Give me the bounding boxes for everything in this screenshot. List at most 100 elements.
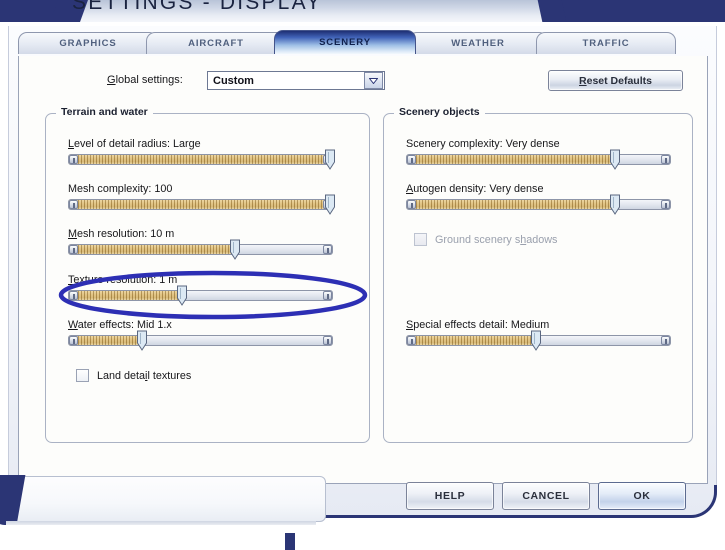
water-effects-accel: W	[68, 319, 78, 331]
slider-min-cap	[69, 245, 78, 254]
slider-special-effects-detail[interactable]	[406, 330, 671, 351]
slider-track[interactable]	[68, 290, 333, 301]
ground-shadows-post: adows	[526, 233, 558, 246]
control-mesh-complexity: Mesh complexity: 100	[68, 183, 336, 215]
slider-fill	[69, 155, 330, 164]
slider-fill	[407, 336, 536, 345]
slider-fill	[407, 200, 615, 209]
global-settings-accel: G	[107, 74, 116, 86]
scenery-complexity-label-pre: Scenery comple	[406, 138, 484, 150]
slider-water-effects[interactable]	[68, 330, 333, 351]
control-texture-resolution: Texture resolution: 1 m	[68, 274, 333, 306]
slider-max-cap	[661, 200, 670, 209]
tab-graphics-label: GRAPHICS	[59, 38, 117, 49]
cancel-button-label: CANCEL	[522, 490, 570, 502]
slider-thumb[interactable]	[610, 194, 621, 215]
group-terrain-and-water: Terrain and water Level of detail radius…	[45, 106, 370, 443]
slider-thumb[interactable]	[530, 330, 541, 351]
slider-max-cap	[661, 336, 670, 345]
slider-min-cap	[69, 155, 78, 164]
control-scenery-complexity: Scenery complexity: Very dense	[406, 138, 671, 170]
slider-mesh-complexity[interactable]	[68, 194, 336, 215]
tab-weather[interactable]: WEATHER	[408, 32, 548, 54]
slider-track[interactable]	[68, 244, 333, 255]
group-scenery-title: Scenery objects	[394, 106, 485, 118]
mesh-complexity-label-pre: Mesh c	[68, 183, 103, 195]
control-water-effects: Water effects: Mid 1.x	[68, 319, 333, 351]
scenery-complexity-label-post: xity: Very dense	[483, 138, 560, 150]
slider-autogen-density[interactable]	[406, 194, 671, 215]
global-settings-value: Custom	[213, 74, 254, 87]
group-terrain-title: Terrain and water	[56, 106, 153, 118]
mesh-resolution-label: Mesh resolution: 10 m	[68, 228, 333, 240]
slider-min-cap	[69, 291, 78, 300]
tab-scenery[interactable]: SCENERY	[274, 30, 416, 54]
slider-track[interactable]	[68, 154, 333, 165]
checkbox-row-land-detail-textures[interactable]: Land detail textures	[76, 369, 191, 382]
tab-aircraft[interactable]: AIRCRAFT	[146, 32, 286, 54]
control-mesh-resolution: Mesh resolution: 10 m	[68, 228, 333, 260]
ground-scenery-shadows-label: Ground scenery shadows	[435, 234, 557, 246]
tab-bar: GRAPHICS AIRCRAFT SCENERY WEATHER TRAFFI…	[18, 30, 708, 56]
slider-thumb[interactable]	[325, 149, 336, 170]
tab-traffic[interactable]: TRAFFIC	[536, 32, 676, 54]
mesh-resolution-accel: M	[68, 228, 77, 240]
slider-thumb[interactable]	[176, 285, 187, 306]
ground-shadows-pre: Ground scenery s	[435, 233, 521, 246]
tab-traffic-label: TRAFFIC	[582, 38, 630, 49]
ok-button-label: OK	[633, 490, 651, 502]
title-left-cap	[0, 0, 70, 22]
checkbox-row-ground-scenery-shadows[interactable]: Ground scenery shadows	[414, 233, 557, 246]
land-detail-post: l textures	[147, 369, 192, 382]
reset-defaults-accel: R	[579, 74, 587, 87]
ok-button[interactable]: OK	[598, 482, 686, 510]
tab-graphics[interactable]: GRAPHICS	[18, 32, 158, 54]
slider-fill	[69, 291, 183, 300]
slider-track[interactable]	[406, 199, 671, 210]
autogen-density-label: Autogen density: Very dense	[406, 183, 671, 195]
slider-thumb[interactable]	[325, 194, 336, 215]
global-settings-dropdown[interactable]: Custom	[207, 71, 385, 90]
water-effects-label: Water effects: Mid 1.x	[68, 319, 333, 331]
slider-texture-resolution[interactable]	[68, 285, 333, 306]
control-level-of-detail-radius: Level of detail radius: Large	[68, 138, 336, 170]
slider-track[interactable]	[68, 335, 333, 346]
page-title: SETTINGS - DISPLAY	[72, 0, 323, 14]
slider-thumb[interactable]	[137, 330, 148, 351]
slider-thumb[interactable]	[229, 239, 240, 260]
mesh-complexity-label: Mesh complexity: 100	[68, 183, 333, 195]
land-detail-textures-label: Land detail textures	[97, 370, 191, 382]
bottom-left-panel	[0, 476, 326, 522]
settings-dialog: GRAPHICS AIRCRAFT SCENERY WEATHER TRAFFI…	[8, 26, 717, 518]
slider-thumb[interactable]	[610, 149, 621, 170]
screen: SETTINGS - DISPLAY GRAPHICS AIRCRAFT SCE…	[0, 0, 725, 550]
slider-max-cap	[323, 336, 332, 345]
chevron-down-icon[interactable]	[364, 72, 383, 89]
tab-weather-label: WEATHER	[451, 38, 505, 49]
bottom-nub	[285, 533, 295, 550]
land-detail-pre: Land deta	[97, 369, 146, 382]
help-button[interactable]: HELP	[406, 482, 494, 510]
dialog-button-row: HELP CANCEL OK	[406, 482, 686, 510]
texture-resolution-label: Texture resolution: 1 m	[68, 274, 333, 286]
scenery-complexity-label: Scenery complexity: Very dense	[406, 138, 671, 150]
cancel-button[interactable]: CANCEL	[502, 482, 590, 510]
slider-level-of-detail-radius[interactable]	[68, 149, 336, 170]
slider-mesh-resolution[interactable]	[68, 239, 333, 260]
tab-aircraft-label: AIRCRAFT	[188, 38, 244, 49]
title-right-cap	[550, 0, 725, 22]
slider-max-cap	[661, 155, 670, 164]
slider-track[interactable]	[68, 199, 333, 210]
ground-scenery-shadows-checkbox[interactable]	[414, 233, 427, 246]
slider-fill	[407, 155, 615, 164]
global-settings-row: Global settings: Custom	[107, 71, 607, 91]
control-autogen-density: Autogen density: Very dense	[406, 183, 671, 215]
slider-fill	[69, 245, 235, 254]
slider-min-cap	[407, 336, 416, 345]
slider-track[interactable]	[406, 154, 671, 165]
reset-defaults-button[interactable]: Reset Defaults	[548, 70, 683, 91]
slider-min-cap	[69, 200, 78, 209]
slider-scenery-complexity[interactable]	[406, 149, 671, 170]
slider-fill	[69, 336, 143, 345]
land-detail-textures-checkbox[interactable]	[76, 369, 89, 382]
